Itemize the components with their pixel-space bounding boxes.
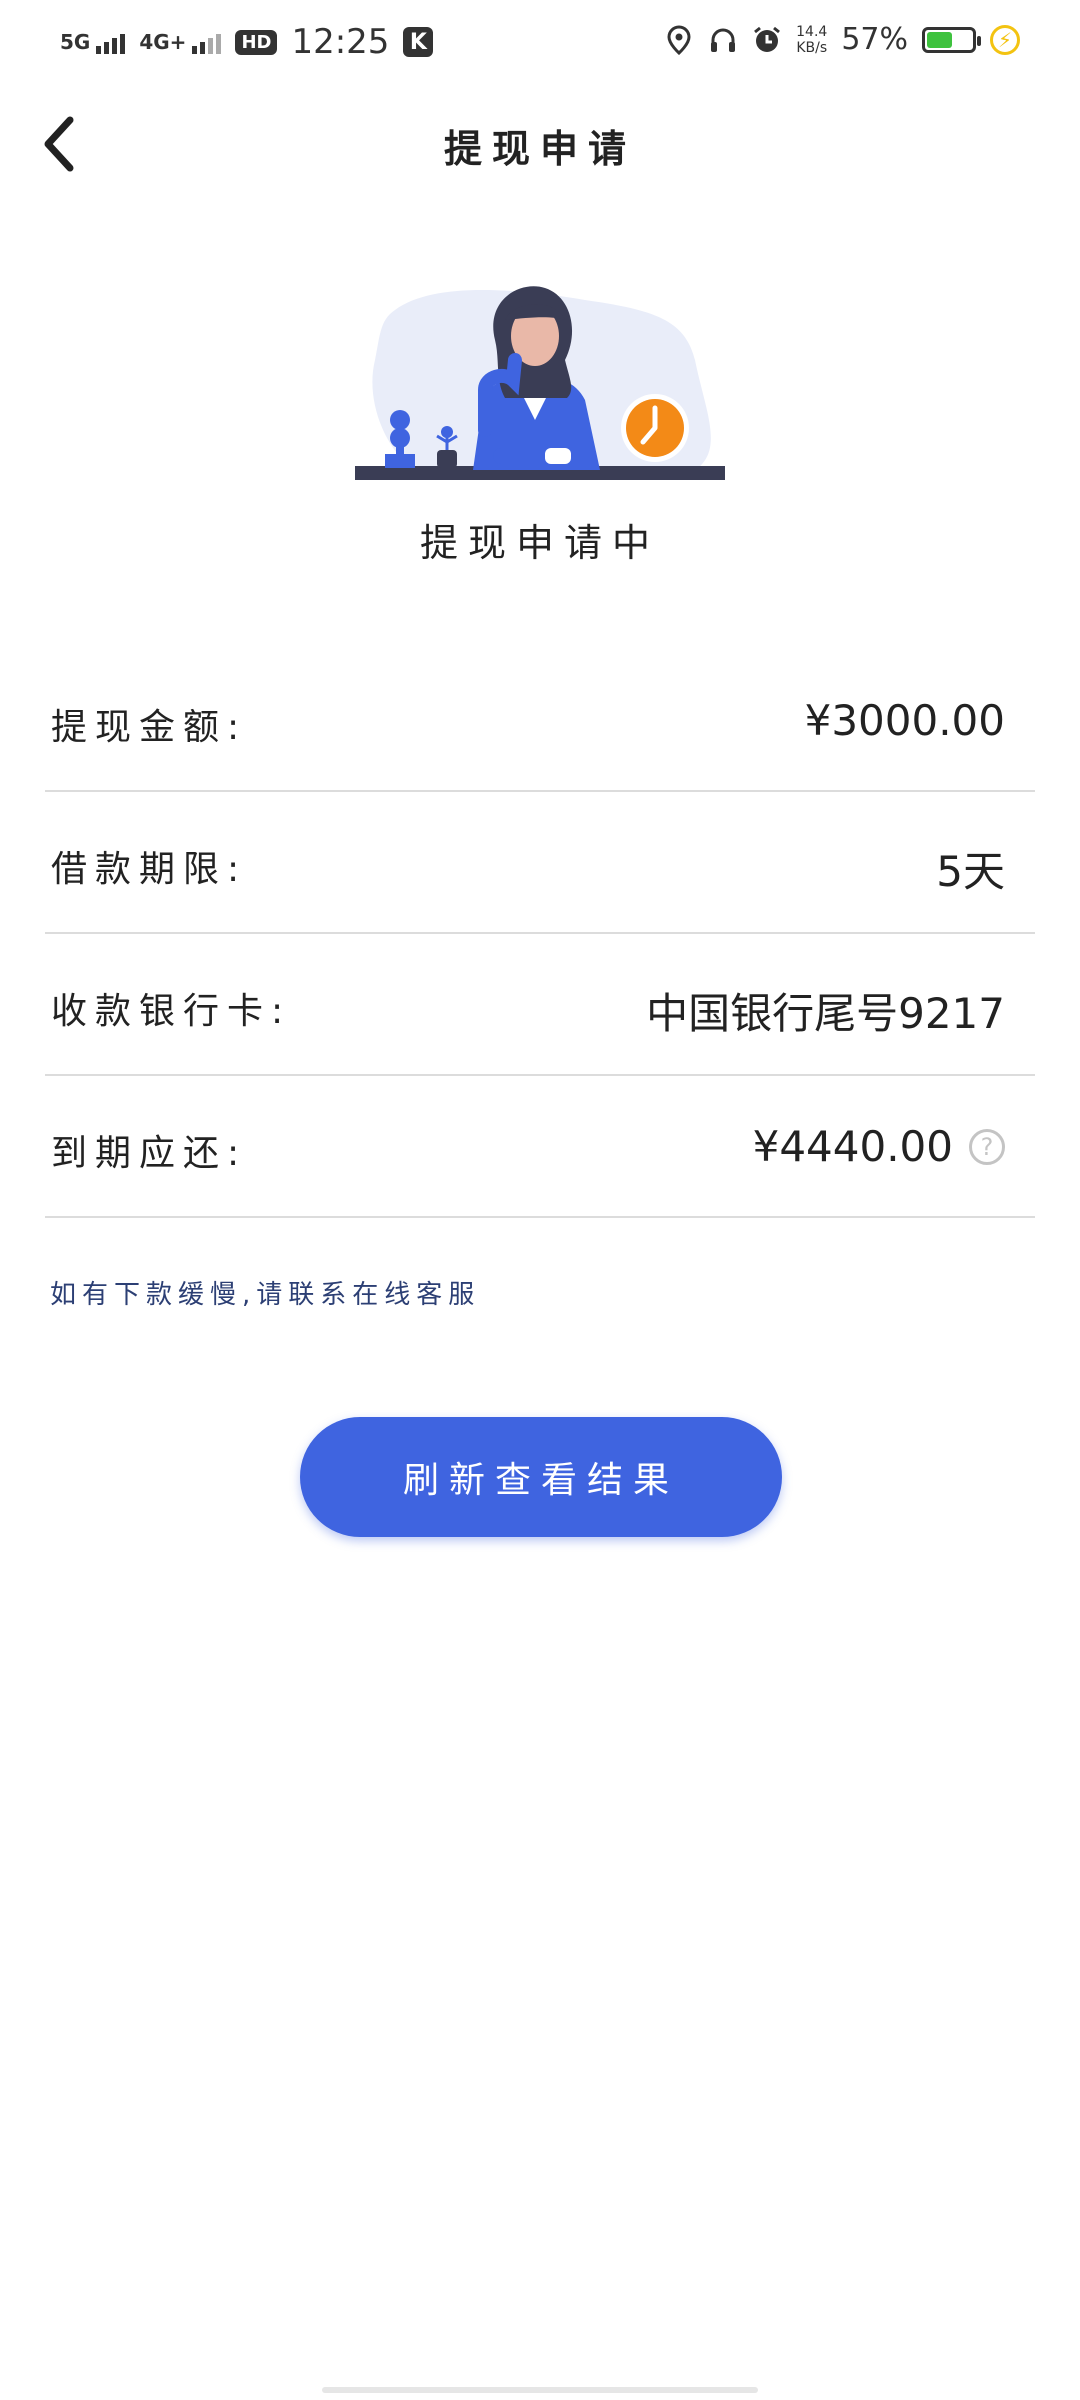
row-withdraw-amount: 提现金额: ¥3000.00 — [45, 650, 1035, 792]
row-repayment: 到期应还: ¥4440.00 ? — [45, 1076, 1035, 1218]
signal-4g: 4G+ — [139, 30, 222, 54]
row-loan-term: 借款期限: 5天 — [45, 792, 1035, 934]
navigation-bar: 提现申请 — [0, 86, 1080, 206]
signal-bars-icon — [192, 34, 222, 54]
help-icon[interactable]: ? — [969, 1128, 1005, 1165]
headphones-icon — [708, 25, 738, 55]
row-label: 借款期限: — [51, 849, 248, 890]
battery-fill — [927, 31, 952, 48]
network-speed: 14.4 KB/s — [796, 24, 827, 56]
home-indicator[interactable] — [322, 2387, 758, 2393]
alarm-icon — [752, 25, 782, 55]
row-value: 中国银行尾号9217 — [646, 980, 1005, 1041]
status-caption: 提现申请中 — [419, 521, 660, 565]
refresh-result-button[interactable]: 刷新查看结果 — [300, 1417, 782, 1537]
waiting-illustration — [355, 280, 725, 490]
row-bank-card: 收款银行卡: 中国银行尾号9217 — [45, 934, 1035, 1076]
withdrawal-details: 提现金额: ¥3000.00 借款期限: 5天 收款银行卡: 中国银行尾号921… — [45, 650, 1035, 1218]
withdraw-amount-value: ¥3000.00 — [804, 696, 1005, 745]
battery-icon — [922, 26, 981, 53]
charging-icon: ⚡ — [990, 24, 1020, 55]
location-icon — [664, 24, 694, 55]
network-label-4g: 4G+ — [139, 30, 187, 54]
row-label: 收款银行卡: — [51, 991, 292, 1032]
status-bar-right: 14.4 KB/s 57% ⚡ — [664, 22, 1020, 57]
row-label: 到期应还: — [51, 1133, 248, 1174]
loan-term-value: 5天 — [936, 847, 1005, 896]
support-hint: 如有下款缓慢,请联系在线客服 — [50, 1280, 481, 1310]
row-value: ¥3000.00 — [805, 696, 1005, 745]
clock: 12:25 — [291, 22, 390, 62]
k-app-icon: K — [403, 27, 434, 57]
network-label-5g: 5G — [60, 30, 91, 54]
row-label: 提现金额: — [51, 707, 248, 748]
row-value: 5天 — [936, 838, 1005, 899]
status-bar: 5G 4G+ HD 12:25 K 14.4 KB/s 57% ⚡ — [0, 0, 1080, 86]
page-title: 提现申请 — [443, 127, 636, 171]
signal-5g: 5G — [60, 30, 126, 54]
battery-percent: 57% — [841, 22, 908, 57]
network-speed-unit: KB/s — [796, 39, 828, 56]
status-bar-left: 5G 4G+ HD 12:25 K — [60, 22, 434, 62]
bank-card-value: 中国银行尾号9217 — [646, 989, 1005, 1038]
row-value: ¥4440.00 ? — [753, 1122, 1005, 1171]
signal-bars-icon — [96, 34, 126, 54]
repayment-amount-value: ¥4440.00 — [752, 1122, 953, 1171]
network-speed-value: 14.4 — [796, 23, 828, 40]
hd-badge: HD — [235, 29, 278, 55]
